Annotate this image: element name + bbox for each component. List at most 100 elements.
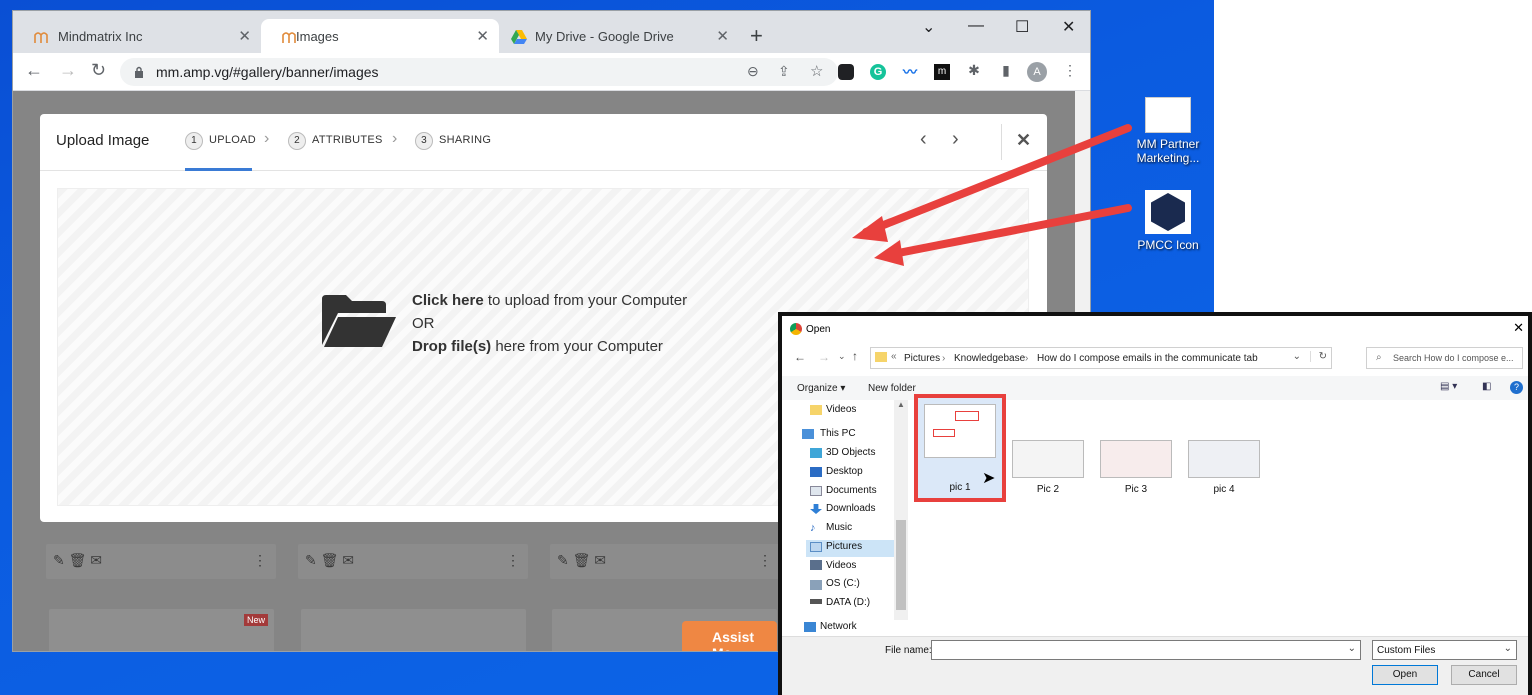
- menu-kebab-icon[interactable]: ⋮: [1060, 62, 1080, 82]
- extension-dark-icon[interactable]: [836, 62, 856, 82]
- organize-menu[interactable]: Organize ▾: [797, 383, 845, 394]
- nav-item-documents[interactable]: Documents: [826, 485, 877, 496]
- grammarly-icon[interactable]: G: [868, 62, 888, 82]
- cancel-button[interactable]: Cancel: [1451, 665, 1517, 685]
- nav-item-videos-pc[interactable]: Videos: [826, 560, 856, 571]
- click-here-link[interactable]: Click here: [412, 292, 484, 309]
- reload-icon[interactable]: ↻: [91, 60, 106, 81]
- kebab-icon[interactable]: ⋮: [758, 552, 772, 569]
- puzzle-extensions-icon[interactable]: ✱: [964, 62, 984, 82]
- downloads-icon: [810, 504, 822, 514]
- annotation-marker: [933, 429, 955, 437]
- chevron-down-icon: ⌄: [1503, 643, 1512, 654]
- file-thumbnail[interactable]: [1012, 440, 1084, 478]
- nav-scrollbar[interactable]: ▲: [894, 400, 908, 620]
- tab-strip: Mindmatrix Inc ✕ Images ✕ My Drive - Goo…: [13, 11, 1090, 53]
- preview-pane-icon[interactable]: ◧: [1482, 381, 1491, 392]
- zoom-icon[interactable]: ⊖: [747, 63, 759, 80]
- close-window-icon[interactable]: ✕: [1062, 17, 1075, 37]
- path-breadcrumb[interactable]: « Pictures › Knowledgebase › How do I co…: [870, 347, 1332, 369]
- share-icon[interactable]: ⇪: [778, 63, 790, 80]
- address-bar[interactable]: mm.amp.vg/#gallery/banner/images ⊖ ⇪ ☆: [120, 58, 838, 86]
- folder-open-icon: [320, 293, 398, 352]
- file-thumbnail[interactable]: [1188, 440, 1260, 478]
- this-pc-icon: [802, 429, 814, 439]
- chevron-left-icon[interactable]: ‹: [920, 128, 927, 151]
- tab-search-icon[interactable]: ⌄: [922, 17, 935, 37]
- header-divider: [1001, 124, 1002, 160]
- file-thumbnail[interactable]: [1100, 440, 1172, 478]
- nav-item-network[interactable]: Network: [820, 621, 857, 632]
- step-sharing[interactable]: 3 SHARING: [415, 132, 491, 150]
- close-icon[interactable]: ✕: [716, 27, 729, 45]
- tab-images[interactable]: Images ✕: [261, 19, 499, 53]
- tab-google-drive[interactable]: My Drive - Google Drive ✕: [501, 19, 739, 53]
- scroll-up-icon[interactable]: ▲: [897, 400, 905, 409]
- card-action-icons[interactable]: ✎ 🗑 ✉: [53, 552, 102, 569]
- maximize-icon[interactable]: ☐: [1015, 17, 1029, 37]
- scroll-thumb[interactable]: [896, 520, 906, 610]
- help-icon[interactable]: ?: [1510, 381, 1523, 394]
- nav-item-videos[interactable]: Videos: [826, 404, 856, 415]
- forward-icon[interactable]: →: [818, 350, 830, 364]
- close-icon[interactable]: ✕: [1016, 130, 1031, 151]
- documents-icon: [810, 486, 822, 496]
- back-icon[interactable]: ←: [794, 350, 806, 364]
- view-options-icon[interactable]: ▤ ▾: [1440, 381, 1457, 392]
- dialog-footer: File name: ⌄ Custom Files ⌄ Open Cancel: [782, 636, 1528, 695]
- card-action-icons[interactable]: ✎ 🗑 ✉: [305, 552, 354, 569]
- step-attributes[interactable]: 2 ATTRIBUTES: [288, 132, 383, 150]
- close-icon[interactable]: ✕: [1513, 320, 1524, 336]
- file-name-pic2[interactable]: Pic 2: [1012, 484, 1084, 495]
- annotation-marker: [955, 411, 979, 421]
- new-tab-button[interactable]: +: [750, 23, 763, 49]
- card-action-icons[interactable]: ✎ 🗑 ✉: [557, 552, 606, 569]
- dropzone-instructions: Click here to upload from your Computer …: [412, 292, 688, 355]
- mindmatrix-extension-icon[interactable]: m: [932, 62, 952, 82]
- nav-item-pictures[interactable]: Pictures: [826, 541, 862, 552]
- nav-item-downloads[interactable]: Downloads: [826, 503, 875, 514]
- nav-item-os-c[interactable]: OS (C:): [826, 578, 860, 589]
- side-panel-icon[interactable]: ▮: [996, 62, 1016, 82]
- search-input[interactable]: ⌕ Search How do I compose e...: [1366, 347, 1523, 369]
- file-name-pic4[interactable]: pic 4: [1188, 484, 1260, 495]
- file-type-select[interactable]: Custom Files ⌄: [1372, 640, 1517, 660]
- file-name-input[interactable]: ⌄: [931, 640, 1361, 660]
- google-drive-icon: [511, 29, 527, 45]
- url-text: mm.amp.vg/#gallery/banner/images: [156, 64, 379, 80]
- nav-item-data-d[interactable]: DATA (D:): [826, 597, 870, 608]
- badge-thumbnail-icon: [1145, 190, 1191, 234]
- music-icon: ♪: [810, 522, 816, 534]
- step-upload[interactable]: 1 UPLOAD: [185, 132, 256, 150]
- kebab-icon[interactable]: ⋮: [253, 552, 267, 569]
- profile-avatar[interactable]: A: [1027, 62, 1047, 82]
- chevron-right-icon[interactable]: ›: [952, 128, 959, 151]
- new-folder-button[interactable]: New folder: [868, 383, 916, 394]
- up-icon[interactable]: ↑: [852, 349, 858, 363]
- recent-dropdown-icon[interactable]: ⌄: [838, 351, 846, 362]
- nav-item-this-pc[interactable]: This PC: [820, 428, 856, 439]
- desktop-icon-mm-partner[interactable]: MM Partner Marketing...: [1128, 97, 1208, 165]
- new-badge: New: [243, 614, 268, 626]
- nav-item-3d-objects[interactable]: 3D Objects: [826, 447, 875, 458]
- navigation-pane: Videos This PC 3D Objects Desktop Docume…: [782, 400, 908, 636]
- assist-me-button[interactable]: Assist Me: [682, 621, 777, 651]
- kebab-icon[interactable]: ⋮: [506, 552, 520, 569]
- desktop-icon-pmcc[interactable]: PMCC Icon: [1128, 190, 1208, 252]
- nav-item-desktop[interactable]: Desktop: [826, 466, 863, 477]
- file-thumbnail[interactable]: [924, 404, 996, 458]
- close-icon[interactable]: ✕: [238, 27, 251, 45]
- wave-extension-icon[interactable]: 〰: [900, 62, 920, 82]
- chevron-down-icon: ⌄: [1347, 643, 1356, 654]
- file-name-pic3[interactable]: Pic 3: [1100, 484, 1172, 495]
- close-icon[interactable]: ✕: [476, 27, 489, 45]
- minimize-icon[interactable]: —: [968, 17, 984, 35]
- forward-icon[interactable]: →: [59, 60, 77, 81]
- back-icon[interactable]: ←: [25, 60, 43, 81]
- tab-mindmatrix[interactable]: Mindmatrix Inc ✕: [13, 19, 261, 53]
- desktop-icon: [810, 467, 822, 477]
- file-open-dialog: Open ✕ ← → ⌄ ↑ « Pictures › Knowledgebas…: [778, 312, 1532, 695]
- bookmark-star-icon[interactable]: ☆: [810, 62, 823, 80]
- nav-item-music[interactable]: Music: [826, 522, 852, 533]
- open-button[interactable]: Open: [1372, 665, 1438, 685]
